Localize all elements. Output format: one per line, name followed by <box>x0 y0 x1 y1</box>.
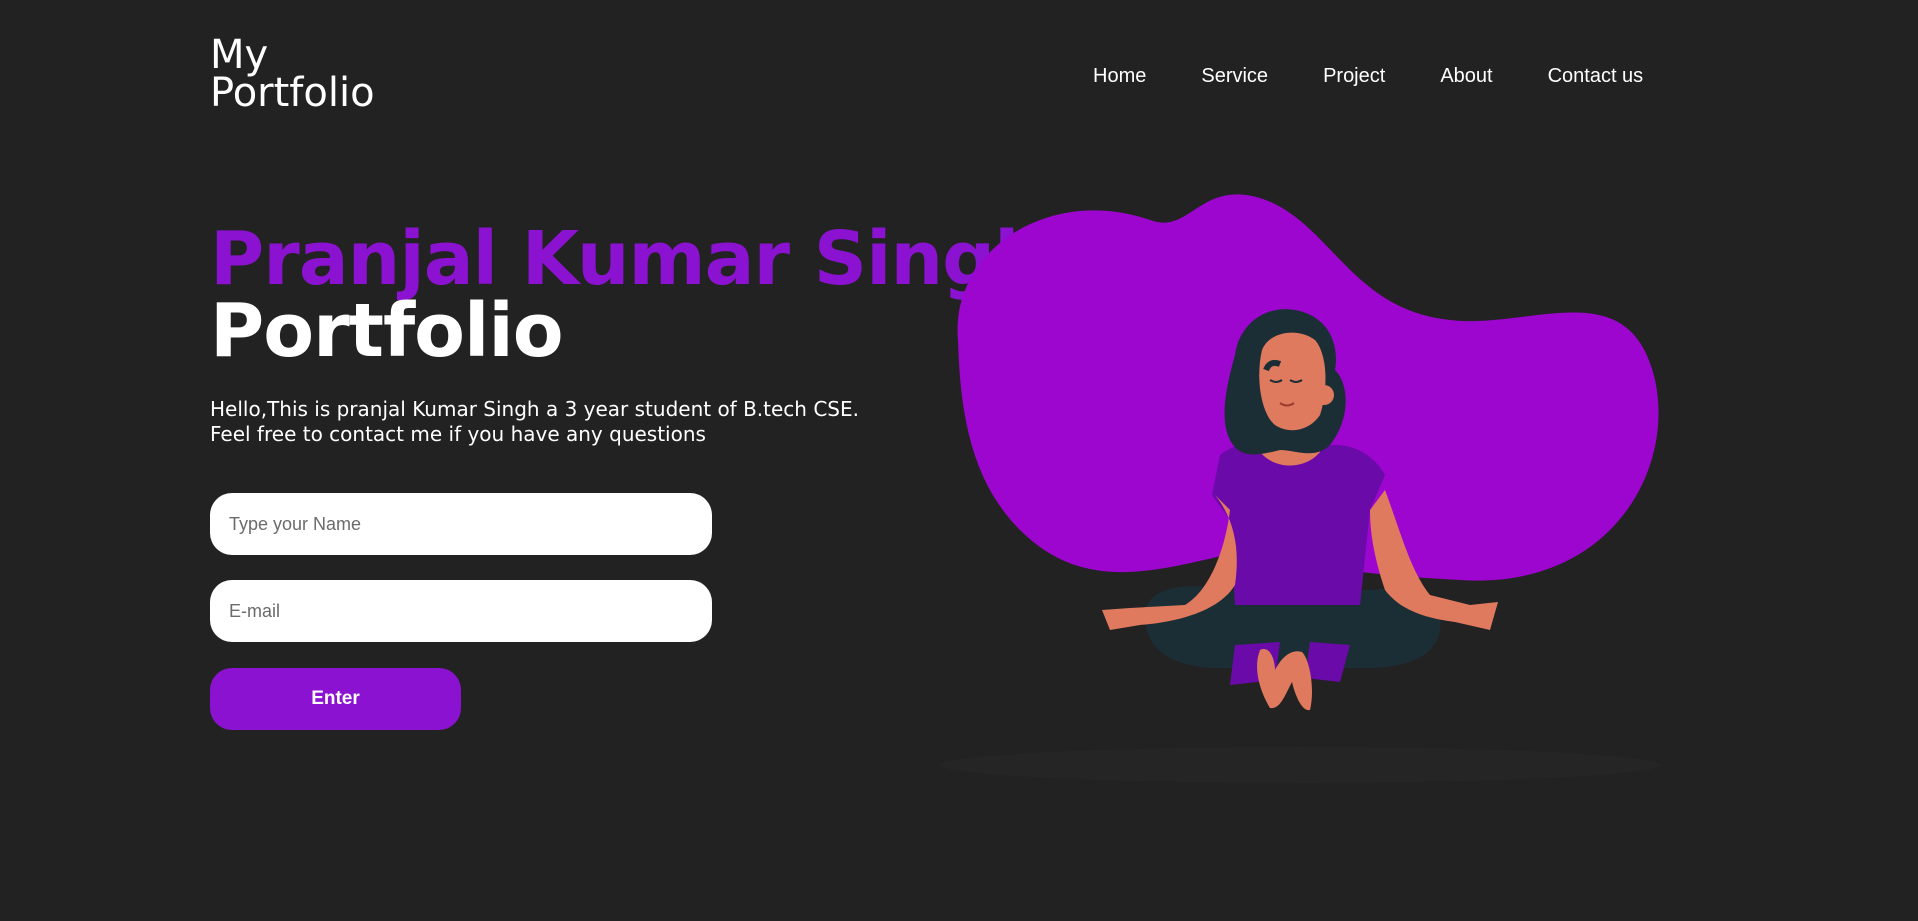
floor-shadow <box>940 747 1660 783</box>
page: My Portfolio Home Service Project About … <box>0 0 1918 921</box>
figure-feet <box>1257 649 1313 711</box>
nav-item-about[interactable]: About <box>1440 62 1492 90</box>
nav-item-contact-us[interactable]: Contact us <box>1548 62 1644 90</box>
intro-line-2: Feel free to contact me if you have any … <box>210 422 706 446</box>
hero-name: Pranjal Kumar Singh <box>210 216 1047 302</box>
intro-line-1: Hello,This is pranjal Kumar Singh a 3 ye… <box>210 397 859 421</box>
meditating-woman-illustration <box>940 194 1660 783</box>
hero-subtitle: Portfolio <box>210 288 564 374</box>
nav-item-project[interactable]: Project <box>1323 62 1385 90</box>
main-nav: Home Service Project About Contact us <box>1093 62 1643 90</box>
enter-button[interactable]: Enter <box>210 668 461 730</box>
figure-torso <box>1212 442 1385 605</box>
logo-line-2: Portfolio <box>210 70 375 116</box>
figure-skirt-flap-2 <box>1305 642 1350 682</box>
nav-item-service[interactable]: Service <box>1201 62 1268 90</box>
email-input[interactable] <box>210 580 712 642</box>
logo-line-1: My <box>210 32 269 78</box>
intro-text: Hello,This is pranjal Kumar Singh a 3 ye… <box>210 397 859 447</box>
nav-item-home[interactable]: Home <box>1093 62 1146 90</box>
site-logo[interactable]: My Portfolio <box>210 32 375 116</box>
figure-ear <box>1314 385 1334 405</box>
name-input[interactable] <box>210 493 712 555</box>
